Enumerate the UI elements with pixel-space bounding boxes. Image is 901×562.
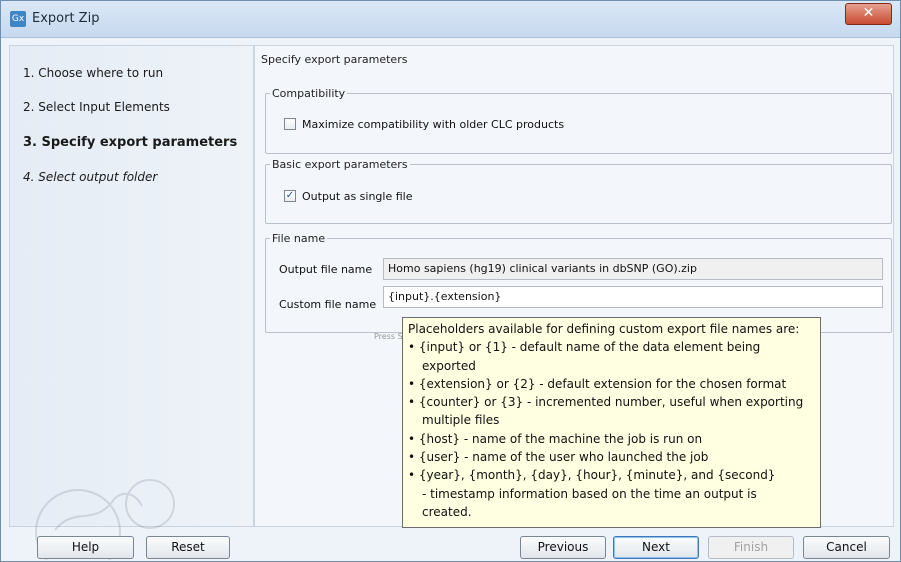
tooltip-line: • {extension} or {2} - default extension… xyxy=(408,376,787,391)
custom-file-name-label: Custom file name xyxy=(279,298,377,311)
placeholder-tooltip: Placeholders available for defining cust… xyxy=(402,317,821,528)
step-specify-export-parameters: 3. Specify export parameters xyxy=(23,135,238,150)
step-choose-where-to-run: 1. Choose where to run xyxy=(23,66,164,80)
tooltip-line: - timestamp information based on the tim… xyxy=(422,486,757,501)
output-file-name-label: Output file name xyxy=(279,263,373,276)
tooltip-line: • {year}, {month}, {day}, {hour}, {minut… xyxy=(408,468,776,483)
panel-title: Specify export parameters xyxy=(261,53,408,66)
tooltip-line: • {input} or {1} - default name of the d… xyxy=(408,340,761,355)
reset-button[interactable]: Reset xyxy=(146,536,230,559)
next-button[interactable]: Next xyxy=(613,536,699,559)
compatibility-legend: Compatibility xyxy=(272,87,346,100)
tooltip-line: • {host} - name of the machine the job i… xyxy=(408,431,703,446)
title-bar: Gx Export Zip ✕ xyxy=(1,1,900,38)
maximize-compatibility-label: Maximize compatibility with older CLC pr… xyxy=(302,118,565,131)
previous-button[interactable]: Previous xyxy=(520,536,606,559)
tooltip-line: created. xyxy=(422,504,472,519)
close-icon: ✕ xyxy=(862,5,875,21)
basic-export-parameters-group: Basic export parameters ✓ Output as singl… xyxy=(265,158,892,224)
maximize-compatibility-checkbox[interactable]: Maximize compatibility with older CLC pr… xyxy=(284,118,564,131)
basic-export-legend: Basic export parameters xyxy=(272,158,408,171)
step-select-input-elements: 2. Select Input Elements xyxy=(23,100,170,114)
export-zip-dialog: Gx Export Zip ✕ 1. Choose where to run 2… xyxy=(0,0,901,562)
output-single-file-label: Output as single file xyxy=(302,190,413,203)
step-select-output-folder: 4. Select output folder xyxy=(23,170,158,184)
compatibility-group: Compatibility Maximize compatibility wit… xyxy=(265,87,892,154)
output-single-file-checkbox[interactable]: ✓ Output as single file xyxy=(284,190,413,203)
tooltip-line: exported xyxy=(422,358,476,373)
window-title: Export Zip xyxy=(32,11,100,26)
output-file-name-field: Homo sapiens (hg19) clinical variants in… xyxy=(383,258,883,280)
app-icon: Gx xyxy=(10,11,26,27)
file-name-legend: File name xyxy=(272,232,326,245)
finish-button: Finish xyxy=(708,536,794,559)
cancel-button[interactable]: Cancel xyxy=(803,536,890,559)
wizard-steps-panel: 1. Choose where to run 2. Select Input E… xyxy=(9,45,254,560)
tooltip-line: multiple files xyxy=(422,413,500,428)
custom-file-name-input[interactable]: {input}.{extension} xyxy=(383,286,883,308)
tooltip-line: • {counter} or {3} - incremented number,… xyxy=(408,395,804,410)
close-button[interactable]: ✕ xyxy=(845,3,892,25)
tooltip-line: Placeholders available for defining cust… xyxy=(408,322,800,336)
checkbox-unchecked-icon[interactable] xyxy=(284,118,296,130)
checkbox-checked-icon[interactable]: ✓ xyxy=(284,190,296,202)
tooltip-line: • {user} - name of the user who launched… xyxy=(408,450,709,465)
help-button[interactable]: Help xyxy=(37,536,134,559)
